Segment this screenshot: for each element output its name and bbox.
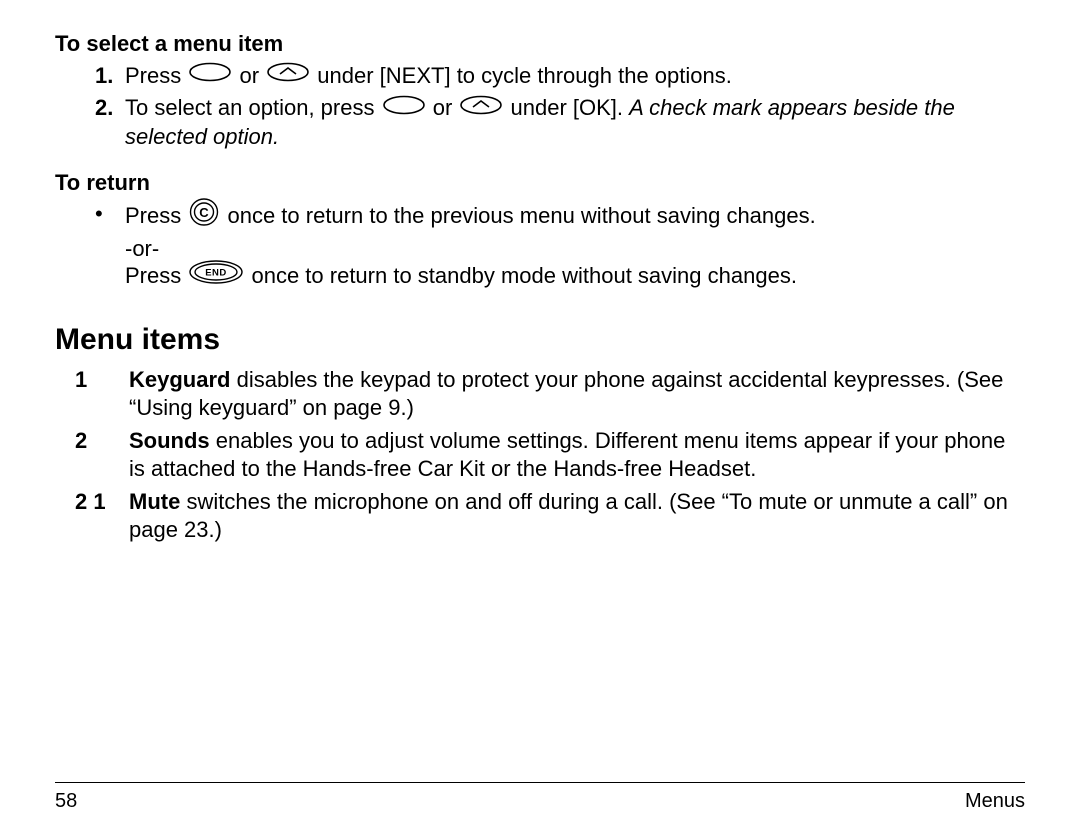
menu-items-list: 1 Keyguard disables the keypad to protec… (55, 366, 1025, 543)
text: or (433, 95, 459, 120)
end-key-icon: END (189, 260, 243, 291)
ordered-list: 1. Press or under [NEXT] to cycle throug… (55, 62, 1025, 151)
section-menu-items: Menu items 1 Keyguard disables the keypa… (55, 321, 1025, 544)
section-name: Menus (965, 789, 1025, 814)
text: To select an option, press (125, 95, 381, 120)
menu-item-keyguard: 1 Keyguard disables the keypad to protec… (75, 366, 1025, 421)
oval-button-icon (189, 61, 231, 89)
heading-to-return: To return (55, 169, 1025, 197)
c-key-icon: C (189, 198, 219, 233)
text: once to return to the previous menu with… (227, 203, 815, 228)
svg-text:END: END (206, 268, 228, 279)
page-footer: 58 Menus (55, 782, 1025, 814)
menu-term: Mute (129, 489, 180, 514)
section-to-return: To return • Press C once to return to th… (55, 169, 1025, 293)
text: under [NEXT] to cycle through the option… (317, 63, 732, 88)
oval-button-icon (383, 94, 425, 122)
text: Press (125, 263, 187, 288)
menu-desc: Keyguard disables the keypad to protect … (129, 366, 1025, 421)
menu-code: 2 (75, 427, 129, 482)
bullet-row: • Press C once to return to the previous… (95, 200, 1025, 293)
up-arrow-oval-icon (267, 61, 309, 89)
menu-term: Keyguard (129, 367, 230, 392)
section-to-select: To select a menu item 1. Press or under … (55, 30, 1025, 151)
bullet: • (95, 200, 125, 293)
menu-desc: Mute switches the microphone on and off … (129, 488, 1025, 543)
bullet-list: • Press C once to return to the previous… (55, 200, 1025, 293)
or-text: -or- (125, 236, 159, 261)
step-2: 2. To select an option, press or under [… (95, 94, 1025, 150)
step-number: 1. (95, 62, 125, 91)
menu-text: switches the microphone on and off durin… (129, 489, 1008, 542)
menu-code: 1 (75, 366, 129, 421)
menu-term: Sounds (129, 428, 210, 453)
menu-item-sounds: 2 Sounds enables you to adjust volume se… (75, 427, 1025, 482)
svg-text:C: C (200, 205, 210, 220)
page-number: 58 (55, 789, 77, 814)
up-arrow-oval-icon (460, 94, 502, 122)
text: once to return to standby mode without s… (251, 263, 796, 288)
step-content: To select an option, press or under [OK]… (125, 94, 1025, 150)
text: Press (125, 203, 187, 228)
step-content: Press or under [NEXT] to cycle through t… (125, 62, 1025, 91)
menu-desc: Sounds enables you to adjust volume sett… (129, 427, 1025, 482)
text: under [OK]. (511, 95, 630, 120)
heading-to-select: To select a menu item (55, 30, 1025, 58)
text: Press (125, 63, 187, 88)
heading-menu-items: Menu items (55, 321, 1025, 359)
text: or (239, 63, 265, 88)
bullet-content: Press C once to return to the previous m… (125, 200, 1025, 293)
step-number: 2. (95, 94, 125, 150)
menu-text: disables the keypad to protect your phon… (129, 367, 1003, 420)
step-1: 1. Press or under [NEXT] to cycle throug… (95, 62, 1025, 91)
menu-text: enables you to adjust volume settings. D… (129, 428, 1005, 481)
menu-item-mute: 2 1 Mute switches the microphone on and … (75, 488, 1025, 543)
menu-code: 2 1 (75, 488, 129, 543)
